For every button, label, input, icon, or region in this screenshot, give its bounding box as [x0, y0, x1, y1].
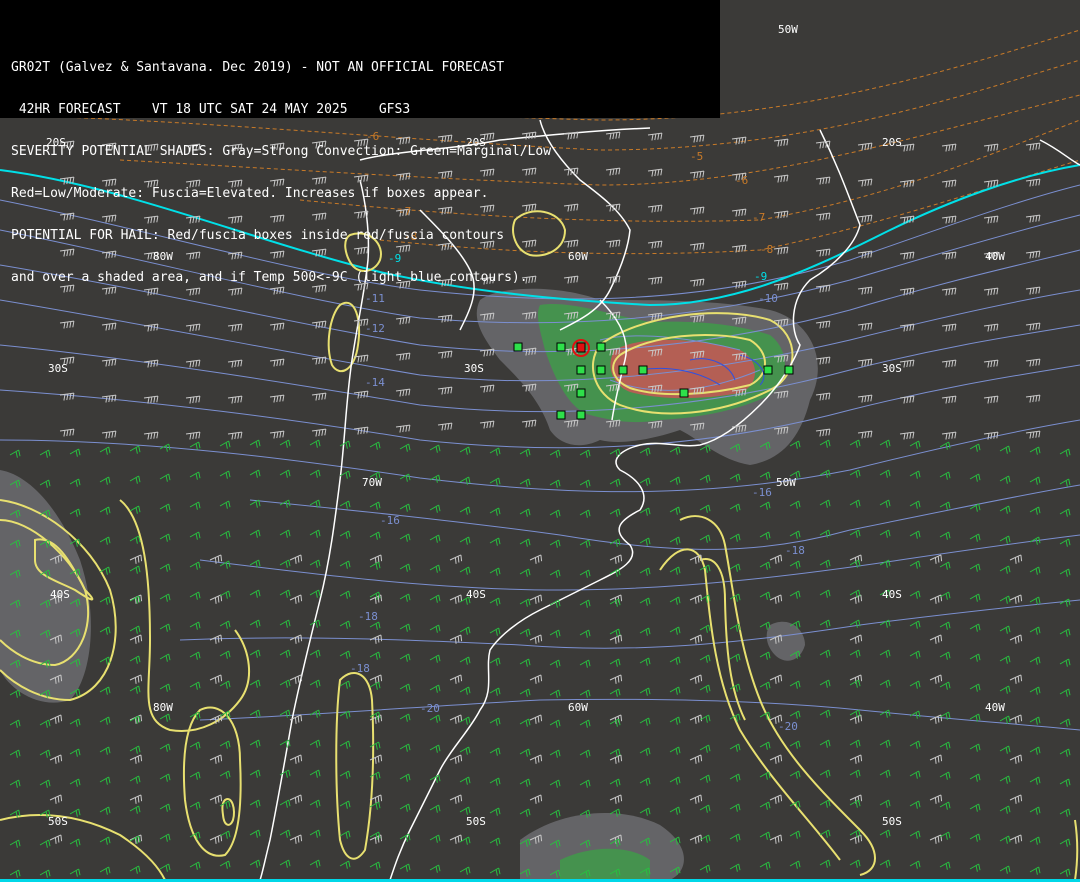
hail-box: [784, 365, 794, 375]
label-50w-mid: 50W: [776, 476, 796, 489]
label-20s-right: 20S: [882, 136, 902, 149]
hail-box: [596, 365, 606, 375]
temp-label: -16: [752, 486, 772, 499]
label-80w-lower: 80W: [153, 701, 173, 714]
hail-box: [556, 342, 566, 352]
temp-label: -10: [758, 292, 778, 305]
hail-box: [679, 388, 689, 398]
temp-label: -18: [350, 662, 370, 675]
hail-box: [513, 342, 523, 352]
label-60w-lower: 60W: [568, 701, 588, 714]
forecast-header: GR02T (Galvez & Santavana. Dec 2019) - N…: [0, 0, 720, 285]
label-50w-top: 50W: [778, 23, 798, 36]
hail-box: [576, 410, 586, 420]
hail-box: [618, 365, 628, 375]
header-line-3: SEVERITY POTENTIAL SHADES: Gray=Strong C…: [11, 144, 552, 159]
header-line-2: 42HR FORECAST VT 18 UTC SAT 24 MAY 2025 …: [11, 102, 411, 117]
label-40w-lower: 40W: [985, 701, 1005, 714]
hail-box: [596, 342, 606, 352]
temp-label: -12: [365, 322, 385, 335]
label-30s-left: 30S: [48, 362, 68, 375]
temp-label: -16: [380, 514, 400, 527]
header-line-4: Red=Low/Moderate: Fuscia=Elevated. Incre…: [11, 186, 489, 201]
label-40w-upper: 40W: [985, 250, 1005, 263]
temp-label: -14: [365, 376, 385, 389]
label-50s-left: 50S: [48, 815, 68, 828]
header-line-1: GR02T (Galvez & Santavana. Dec 2019) - N…: [11, 60, 505, 75]
label-30s-right: 30S: [882, 362, 902, 375]
temp-label: -20: [778, 720, 798, 733]
hail-box: [576, 388, 586, 398]
label-70w-mid: 70W: [362, 476, 382, 489]
hail-box: [638, 365, 648, 375]
header-line-5: POTENTIAL FOR HAIL: Red/fuscia boxes ins…: [11, 228, 505, 243]
temp-label: -8: [760, 243, 773, 256]
label-50s-mid: 50S: [466, 815, 486, 828]
label-30s-mid: 30S: [464, 362, 484, 375]
label-40s-left: 40S: [50, 588, 70, 601]
hail-box: [556, 410, 566, 420]
label-50s-right: 50S: [882, 815, 902, 828]
temp-label: -6: [735, 174, 748, 187]
hail-box: [576, 365, 586, 375]
temp-label: -20: [420, 702, 440, 715]
header-line-6: and over a shaded area, and if Temp 500<…: [11, 270, 528, 285]
temp-label: -18: [358, 610, 378, 623]
temp-label: -9: [754, 270, 767, 283]
label-40s-right: 40S: [882, 588, 902, 601]
hail-box: [763, 365, 773, 375]
temp-label: -18: [785, 544, 805, 557]
temp-label: -7: [752, 211, 765, 224]
label-40s-mid: 40S: [466, 588, 486, 601]
